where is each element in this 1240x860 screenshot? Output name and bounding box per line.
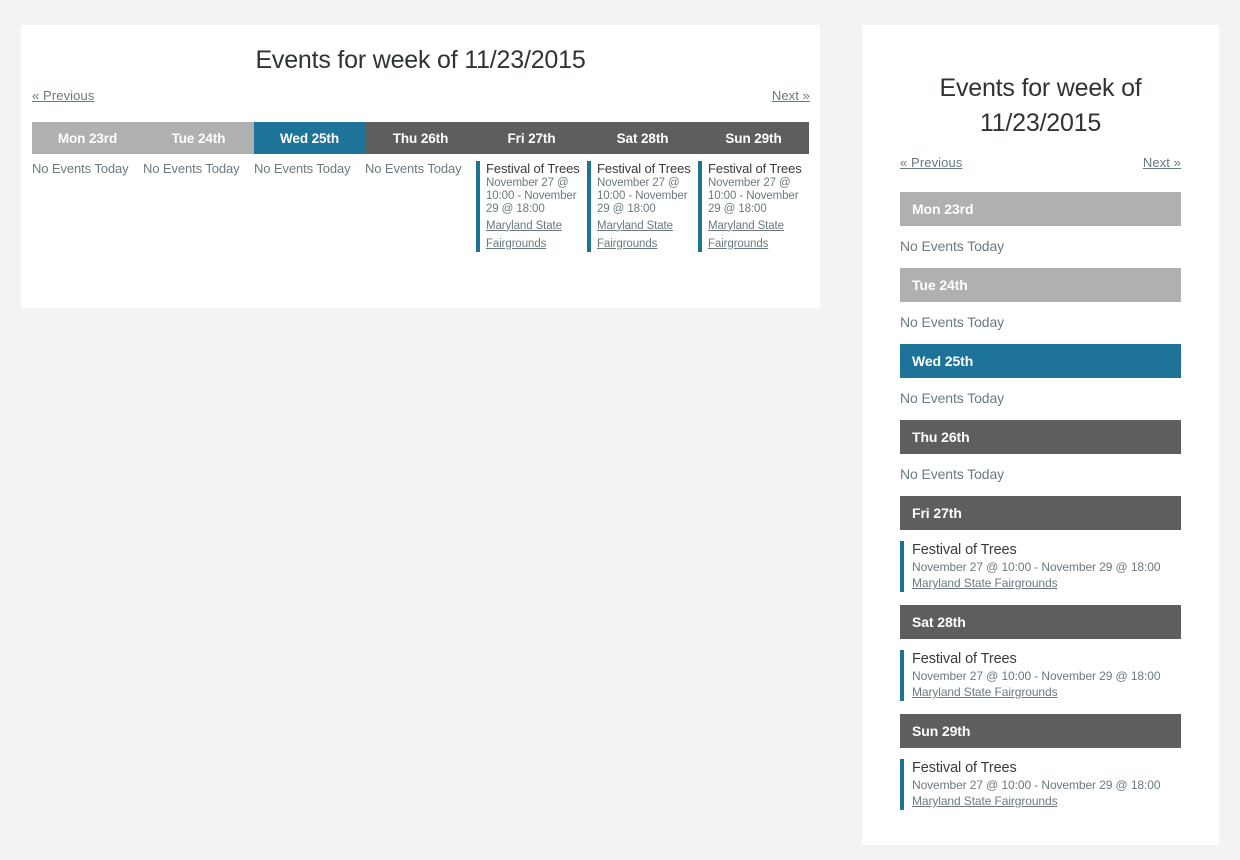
day-column-thu-26th: No Events Today	[365, 161, 476, 177]
narrow-day-header-label: Sun 29th	[912, 723, 971, 739]
narrow-day-body: No Events Today	[900, 454, 1181, 496]
narrow-day-header-label: Sat 28th	[912, 614, 966, 630]
narrow-day-body: No Events Today	[900, 302, 1181, 344]
narrow-day-header-fri-27th[interactable]: Fri 27th	[900, 496, 1181, 530]
narrow-day-body: Festival of Trees November 27 @ 10:00 - N…	[900, 748, 1181, 823]
event-venue-link[interactable]: Maryland State Fairgrounds	[486, 220, 562, 250]
week-navigation: « Previous Next »	[21, 88, 820, 110]
day-header-row: Mon 23rd Tue 24th Wed 25th Thu 26th Fri 27th…	[32, 122, 809, 154]
narrow-event-title[interactable]: Festival of Trees	[912, 650, 1181, 669]
no-events-message: No Events Today	[32, 161, 129, 176]
narrow-day-header-sat-28th[interactable]: Sat 28th	[900, 605, 1181, 639]
day-header-label: Sun 29th	[725, 130, 782, 146]
no-events-message: No Events Today	[143, 161, 240, 176]
previous-week-link[interactable]: « Previous	[32, 88, 94, 103]
narrow-event-item: Festival of Trees November 27 @ 10:00 - N…	[900, 541, 1181, 592]
event-time-range: November 27 @ 10:00 - November 29 @ 18:0…	[486, 176, 577, 215]
narrow-event-venue-link[interactable]: Maryland State Fairgrounds	[912, 685, 1058, 699]
narrow-day-header-label: Mon 23rd	[912, 201, 974, 217]
day-column-mon-23rd: No Events Today	[32, 161, 143, 177]
day-column-tue-24th: No Events Today	[143, 161, 254, 177]
day-header-label: Sat 28th	[616, 130, 669, 146]
narrow-day-header-label: Fri 27th	[912, 505, 962, 521]
event-title[interactable]: Festival of Trees	[597, 161, 694, 177]
no-events-message: No Events Today	[254, 161, 351, 176]
event-title[interactable]: Festival of Trees	[486, 161, 583, 177]
event-time-range: November 27 @ 10:00 - November 29 @ 18:0…	[597, 176, 688, 215]
day-header-label: Tue 24th	[171, 130, 226, 146]
wide-calendar-card: Events for week of 11/23/2015 « Previous…	[21, 25, 820, 308]
narrow-day-header-label: Tue 24th	[912, 277, 968, 293]
narrow-day-header-sun-29th[interactable]: Sun 29th	[900, 714, 1181, 748]
narrow-day-header-thu-26th[interactable]: Thu 26th	[900, 420, 1181, 454]
narrow-day-body: Festival of Trees November 27 @ 10:00 - N…	[900, 530, 1181, 605]
event-item: Festival of Trees November 27 @ 10:00 - N…	[476, 161, 583, 252]
narrow-day-list: Mon 23rd No Events Today Tue 24th No Events…	[900, 192, 1181, 823]
day-header-thu-26th[interactable]: Thu 26th	[365, 122, 476, 154]
day-header-label: Mon 23rd	[57, 130, 118, 146]
day-column-sat-28th: Festival of Trees November 27 @ 10:00 - N…	[587, 161, 698, 252]
day-body-row: No Events Today No Events Today No Events …	[32, 161, 809, 252]
narrow-event-item: Festival of Trees November 27 @ 10:00 - N…	[900, 759, 1181, 810]
narrow-day-body: No Events Today	[900, 226, 1181, 268]
narrow-next-week-link[interactable]: Next »	[1143, 155, 1181, 170]
event-venue-link[interactable]: Maryland State Fairgrounds	[597, 220, 673, 250]
day-header-label: Fri 27th	[507, 130, 556, 146]
day-column-wed-25th: No Events Today	[254, 161, 365, 177]
narrow-day-header-mon-23rd[interactable]: Mon 23rd	[900, 192, 1181, 226]
narrow-day-body: Festival of Trees November 27 @ 10:00 - N…	[900, 639, 1181, 714]
narrow-no-events-message: No Events Today	[900, 238, 1005, 254]
narrow-no-events-message: No Events Today	[900, 314, 1005, 330]
narrow-day-header-wed-25th[interactable]: Wed 25th	[900, 344, 1181, 378]
narrow-event-time-range: November 27 @ 10:00 - November 29 @ 18:0…	[912, 560, 1161, 574]
day-header-sun-29th[interactable]: Sun 29th	[698, 122, 809, 154]
day-header-mon-23rd[interactable]: Mon 23rd	[32, 122, 143, 154]
day-header-fri-27th[interactable]: Fri 27th	[476, 122, 587, 154]
day-header-sat-28th[interactable]: Sat 28th	[587, 122, 698, 154]
event-time-range: November 27 @ 10:00 - November 29 @ 18:0…	[708, 176, 799, 215]
narrow-event-item: Festival of Trees November 27 @ 10:00 - N…	[900, 650, 1181, 701]
narrow-day-header-label: Thu 26th	[912, 429, 970, 445]
narrow-day-header-label: Wed 25th	[912, 353, 974, 369]
narrow-page-title: Events for week of 11/23/2015	[939, 74, 1142, 137]
narrow-no-events-message: No Events Today	[900, 466, 1005, 482]
day-column-sun-29th: Festival of Trees November 27 @ 10:00 - N…	[698, 161, 809, 252]
narrow-event-time-range: November 27 @ 10:00 - November 29 @ 18:0…	[912, 669, 1161, 683]
page-title: Events for week of 11/23/2015	[255, 46, 586, 74]
narrow-week-navigation: « Previous Next »	[862, 155, 1219, 177]
narrow-event-venue-link[interactable]: Maryland State Fairgrounds	[912, 576, 1058, 590]
day-header-label: Wed 25th	[280, 130, 339, 146]
next-week-link[interactable]: Next »	[772, 88, 810, 103]
narrow-event-title[interactable]: Festival of Trees	[912, 541, 1181, 560]
event-item: Festival of Trees November 27 @ 10:00 - N…	[587, 161, 694, 252]
narrow-no-events-message: No Events Today	[900, 390, 1005, 406]
no-events-message: No Events Today	[365, 161, 462, 176]
narrow-previous-week-link[interactable]: « Previous	[900, 155, 962, 170]
narrow-day-header-tue-24th[interactable]: Tue 24th	[900, 268, 1181, 302]
day-header-label: Thu 26th	[392, 130, 449, 146]
event-venue-link[interactable]: Maryland State Fairgrounds	[708, 220, 784, 250]
narrow-day-body: No Events Today	[900, 378, 1181, 420]
day-header-tue-24th[interactable]: Tue 24th	[143, 122, 254, 154]
narrow-calendar-card: Events for week of 11/23/2015 « Previous…	[862, 25, 1219, 845]
narrow-event-title[interactable]: Festival of Trees	[912, 759, 1181, 778]
narrow-event-venue-link[interactable]: Maryland State Fairgrounds	[912, 794, 1058, 808]
event-item: Festival of Trees November 27 @ 10:00 - N…	[698, 161, 805, 252]
day-header-wed-25th[interactable]: Wed 25th	[254, 122, 365, 154]
day-column-fri-27th: Festival of Trees November 27 @ 10:00 - N…	[476, 161, 587, 252]
event-title[interactable]: Festival of Trees	[708, 161, 805, 177]
narrow-event-time-range: November 27 @ 10:00 - November 29 @ 18:0…	[912, 778, 1161, 792]
